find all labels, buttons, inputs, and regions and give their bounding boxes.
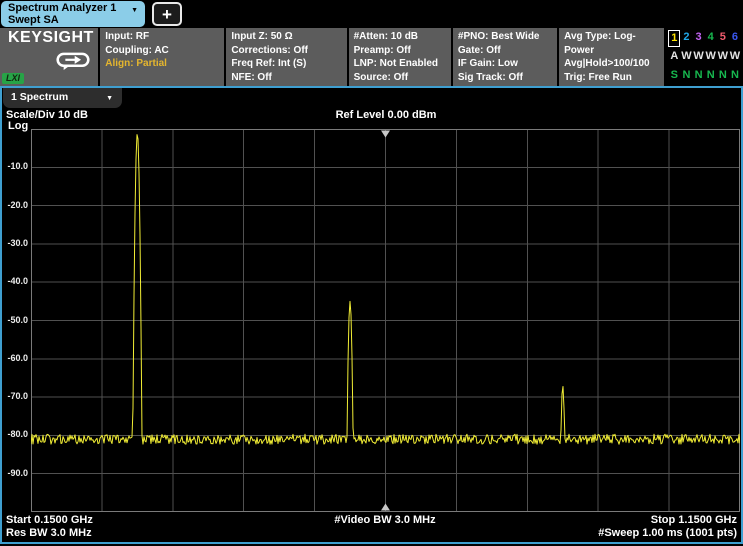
- y-tick-label: -20.0: [2, 200, 28, 210]
- trace-state-3[interactable]: N: [693, 67, 705, 86]
- trace-state-4[interactable]: N: [705, 67, 717, 86]
- status-line: LNP: Not Enabled: [354, 57, 451, 71]
- status-line: Input: RF: [105, 30, 224, 44]
- center-freq-marker-top-icon: [381, 131, 390, 138]
- lxi-badge: LXI: [2, 73, 24, 84]
- sweep-time[interactable]: #Sweep 1.00 ms (1001 pts): [598, 527, 737, 539]
- status-bar: KEYSIGHT LXI Input: RF Coupling: AC Alig…: [0, 28, 743, 86]
- y-tick-label: -80.0: [2, 429, 28, 439]
- measurement-window: 1 Spectrum ▼ Scale/Div 10 dB Ref Level 0…: [0, 86, 743, 544]
- trace-numbers-row: 123456: [668, 29, 741, 48]
- tab-bar: Spectrum Analyzer 1 Swept SA ▼ +: [0, 0, 743, 28]
- trace-type-5[interactable]: W: [717, 48, 729, 67]
- measurement-selector-label: 1 Spectrum: [11, 91, 68, 103]
- y-tick-label: -10.0: [2, 161, 28, 171]
- center-freq-marker-bottom-icon: [381, 504, 390, 511]
- status-col-atten[interactable]: #Atten: 10 dB Preamp: Off LNP: Not Enabl…: [349, 28, 453, 86]
- status-col-pno[interactable]: #PNO: Best Wide Gate: Off IF Gain: Low S…: [453, 28, 559, 86]
- amplitude-scale-mode: Log: [8, 120, 28, 132]
- y-tick-label: -90.0: [2, 468, 28, 478]
- ref-level[interactable]: Ref Level 0.00 dBm: [250, 109, 522, 121]
- status-line: Freq Ref: Int (S): [231, 57, 346, 71]
- y-tick-label: -70.0: [2, 391, 28, 401]
- brand-panel: KEYSIGHT LXI: [0, 28, 100, 86]
- tab-subtitle: Swept SA: [8, 14, 59, 26]
- trace-type-4[interactable]: W: [705, 48, 717, 67]
- trace-number-2[interactable]: 2: [680, 29, 692, 48]
- trace-number-6[interactable]: 6: [729, 29, 741, 48]
- trace-number-3[interactable]: 3: [693, 29, 705, 48]
- trace-number-4[interactable]: 4: [705, 29, 717, 48]
- keysight-bubble-icon: [56, 52, 90, 71]
- status-line: IF Gain: Low: [458, 57, 557, 71]
- add-tab-button[interactable]: +: [152, 2, 182, 26]
- y-tick-label: -60.0: [2, 353, 28, 363]
- status-line: Avg|Hold>100/100: [564, 57, 664, 71]
- status-line: Source: Off: [354, 71, 451, 85]
- chevron-down-icon[interactable]: ▼: [131, 7, 138, 14]
- trace-state-2[interactable]: N: [680, 67, 692, 86]
- measurement-selector[interactable]: 1 Spectrum ▼: [3, 88, 122, 108]
- trace-state-6[interactable]: N: [729, 67, 741, 86]
- trace-types-row: AWWWWW: [668, 48, 741, 67]
- y-tick-label: -30.0: [2, 238, 28, 248]
- tab-title: Spectrum Analyzer 1: [8, 2, 116, 14]
- stop-freq[interactable]: Stop 1.1500 GHz: [651, 514, 737, 526]
- status-line: NFE: Off: [231, 71, 346, 85]
- trace-states-row: SNNNNN: [668, 67, 741, 86]
- y-tick-label: -50.0: [2, 315, 28, 325]
- status-line: Gate: Off: [458, 44, 557, 58]
- trace-type-1[interactable]: A: [668, 48, 680, 67]
- spectrum-plot-svg: [31, 129, 740, 512]
- tab-spectrum-analyzer[interactable]: Spectrum Analyzer 1 Swept SA ▼: [1, 1, 145, 27]
- status-col-input[interactable]: Input: RF Coupling: AC Align: Partial: [100, 28, 226, 86]
- keysight-logo: KEYSIGHT: [8, 31, 98, 45]
- trace-number-1[interactable]: 1: [668, 30, 680, 47]
- status-line: Sig Track: Off: [458, 71, 557, 85]
- trace-number-5[interactable]: 5: [717, 29, 729, 48]
- trace-type-2[interactable]: W: [680, 48, 692, 67]
- status-line: #PNO: Best Wide: [458, 30, 557, 44]
- instrument-screen: Spectrum Analyzer 1 Swept SA ▼ + KEYSIGH…: [0, 0, 743, 546]
- plus-icon: +: [162, 5, 172, 24]
- status-line: #Atten: 10 dB: [354, 30, 451, 44]
- spectrum-plot[interactable]: [31, 129, 740, 512]
- status-line: Corrections: Off: [231, 44, 346, 58]
- trace-type-6[interactable]: W: [729, 48, 741, 67]
- status-col-impedance[interactable]: Input Z: 50 Ω Corrections: Off Freq Ref:…: [226, 28, 348, 86]
- start-freq[interactable]: Start 0.1500 GHz: [6, 514, 93, 526]
- trace-state-1[interactable]: S: [668, 67, 680, 86]
- status-line-align: Align: Partial: [105, 57, 224, 71]
- y-tick-label: -40.0: [2, 276, 28, 286]
- trace-status-panel[interactable]: 123456AWWWWWSNNNNN: [666, 28, 743, 86]
- video-bw[interactable]: #Video BW 3.0 MHz: [334, 514, 435, 526]
- status-line: Input Z: 50 Ω: [231, 30, 346, 44]
- status-col-avg[interactable]: Avg Type: Log-Power Avg|Hold>100/100 Tri…: [559, 28, 666, 86]
- trace-type-3[interactable]: W: [693, 48, 705, 67]
- status-line: Trig: Free Run: [564, 71, 664, 85]
- res-bw[interactable]: Res BW 3.0 MHz: [6, 527, 92, 539]
- chevron-down-icon: ▼: [106, 89, 113, 108]
- status-line: Coupling: AC: [105, 44, 224, 58]
- trace-state-5[interactable]: N: [717, 67, 729, 86]
- status-line: Avg Type: Log-Power: [564, 30, 664, 57]
- status-line: Preamp: Off: [354, 44, 451, 58]
